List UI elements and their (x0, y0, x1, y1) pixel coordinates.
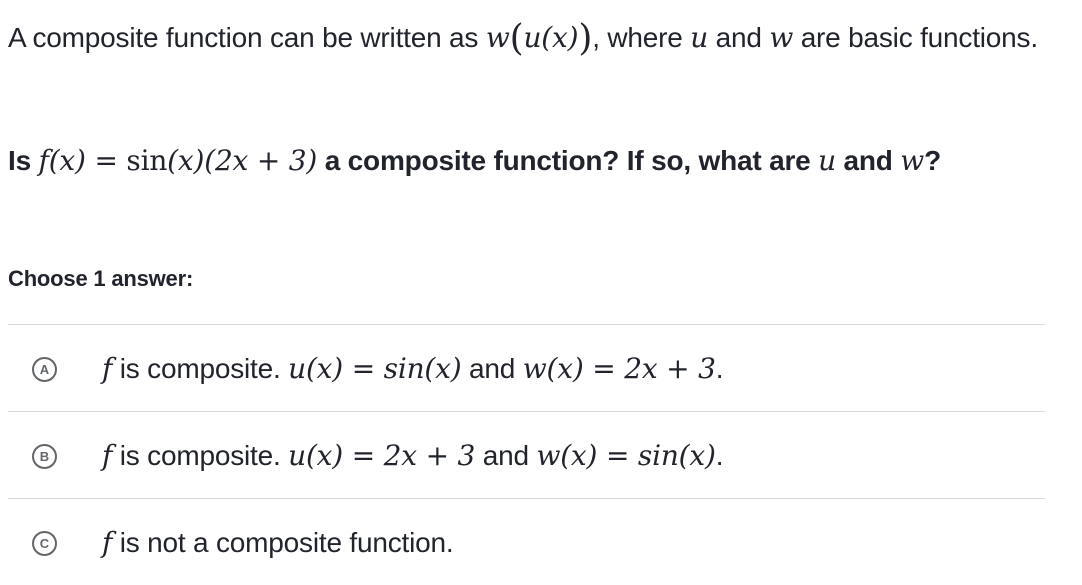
answer-period: . (715, 353, 724, 384)
math-u-of-x: u(x) (288, 439, 343, 472)
answer-and: and (475, 440, 537, 471)
choose-label: Choose 1 answer: (8, 266, 194, 291)
math-u: u (523, 21, 542, 54)
answer-option-a[interactable]: A f is composite. u(x) = sin(x) and w(x)… (8, 325, 1045, 412)
math-f: f (102, 439, 113, 472)
math-f: f (38, 144, 49, 177)
answer-choices: A f is composite. u(x) = sin(x) and w(x)… (8, 324, 1045, 585)
math-fx-arg: (x) = (48, 144, 127, 177)
answer-option-c[interactable]: C f is not a composite function. (8, 499, 1045, 585)
answer-lead: is composite. (112, 353, 289, 384)
math-u-value: 2x + 3 (383, 439, 476, 472)
intro-text-and: and (708, 22, 770, 53)
question-is: Is (8, 145, 39, 176)
answer-period: . (715, 440, 724, 471)
math-f: f (102, 352, 113, 385)
math-paren-open: ( (509, 18, 524, 59)
math-var-w: w (769, 21, 794, 54)
math-equals: = (583, 352, 625, 385)
math-paren-close: ) (578, 18, 593, 59)
math-u-value: sin(x) (383, 352, 462, 385)
intro-text-after: are basic functions. (793, 22, 1038, 53)
math-sin: sin (126, 144, 168, 177)
math-x-arg: (x) (541, 21, 579, 54)
math-sin-arg: (x) (167, 144, 205, 177)
math-factor: (2x + 3) (204, 144, 318, 177)
answer-body: is not a composite function. (112, 527, 454, 558)
math-var-w: w (900, 144, 925, 177)
math-u-of-x: u(x) (288, 352, 343, 385)
question-end: ? (924, 145, 941, 176)
problem-intro: A composite function can be written as w… (8, 14, 1078, 62)
answer-option-b[interactable]: B f is composite. u(x) = 2x + 3 and w(x)… (8, 412, 1045, 499)
answer-lead: is composite. (112, 440, 289, 471)
radio-c-icon[interactable]: C (32, 531, 57, 556)
answer-text-a: f is composite. u(x) = sin(x) and w(x) =… (102, 349, 724, 389)
radio-b-icon[interactable]: B (32, 444, 57, 469)
math-w-of-x: w(x) (536, 439, 598, 472)
answer-and: and (461, 353, 523, 384)
math-equals: = (343, 439, 384, 472)
math-var-u: u (818, 144, 836, 177)
question-text: a composite function? If so, what are (317, 145, 819, 176)
math-w-value: 2x + 3 (624, 352, 716, 385)
question-and: and (835, 145, 901, 176)
question-prompt: Is f(x) = sin(x)(2x + 3) a composite fun… (8, 139, 1078, 183)
math-equals: = (343, 352, 384, 385)
math-w: w (485, 21, 510, 54)
math-var-u: u (690, 21, 709, 54)
math-w-of-x: w(x) (522, 352, 584, 385)
math-f: f (102, 526, 113, 559)
math-equals: = (597, 439, 638, 472)
intro-text-before: A composite function can be written as (8, 22, 486, 53)
answer-text-c: f is not a composite function. (102, 523, 454, 563)
radio-a-icon[interactable]: A (32, 357, 57, 382)
answer-text-b: f is composite. u(x) = 2x + 3 and w(x) =… (102, 436, 724, 476)
math-w-value: sin(x) (637, 439, 716, 472)
intro-text-middle: , where (592, 22, 691, 53)
